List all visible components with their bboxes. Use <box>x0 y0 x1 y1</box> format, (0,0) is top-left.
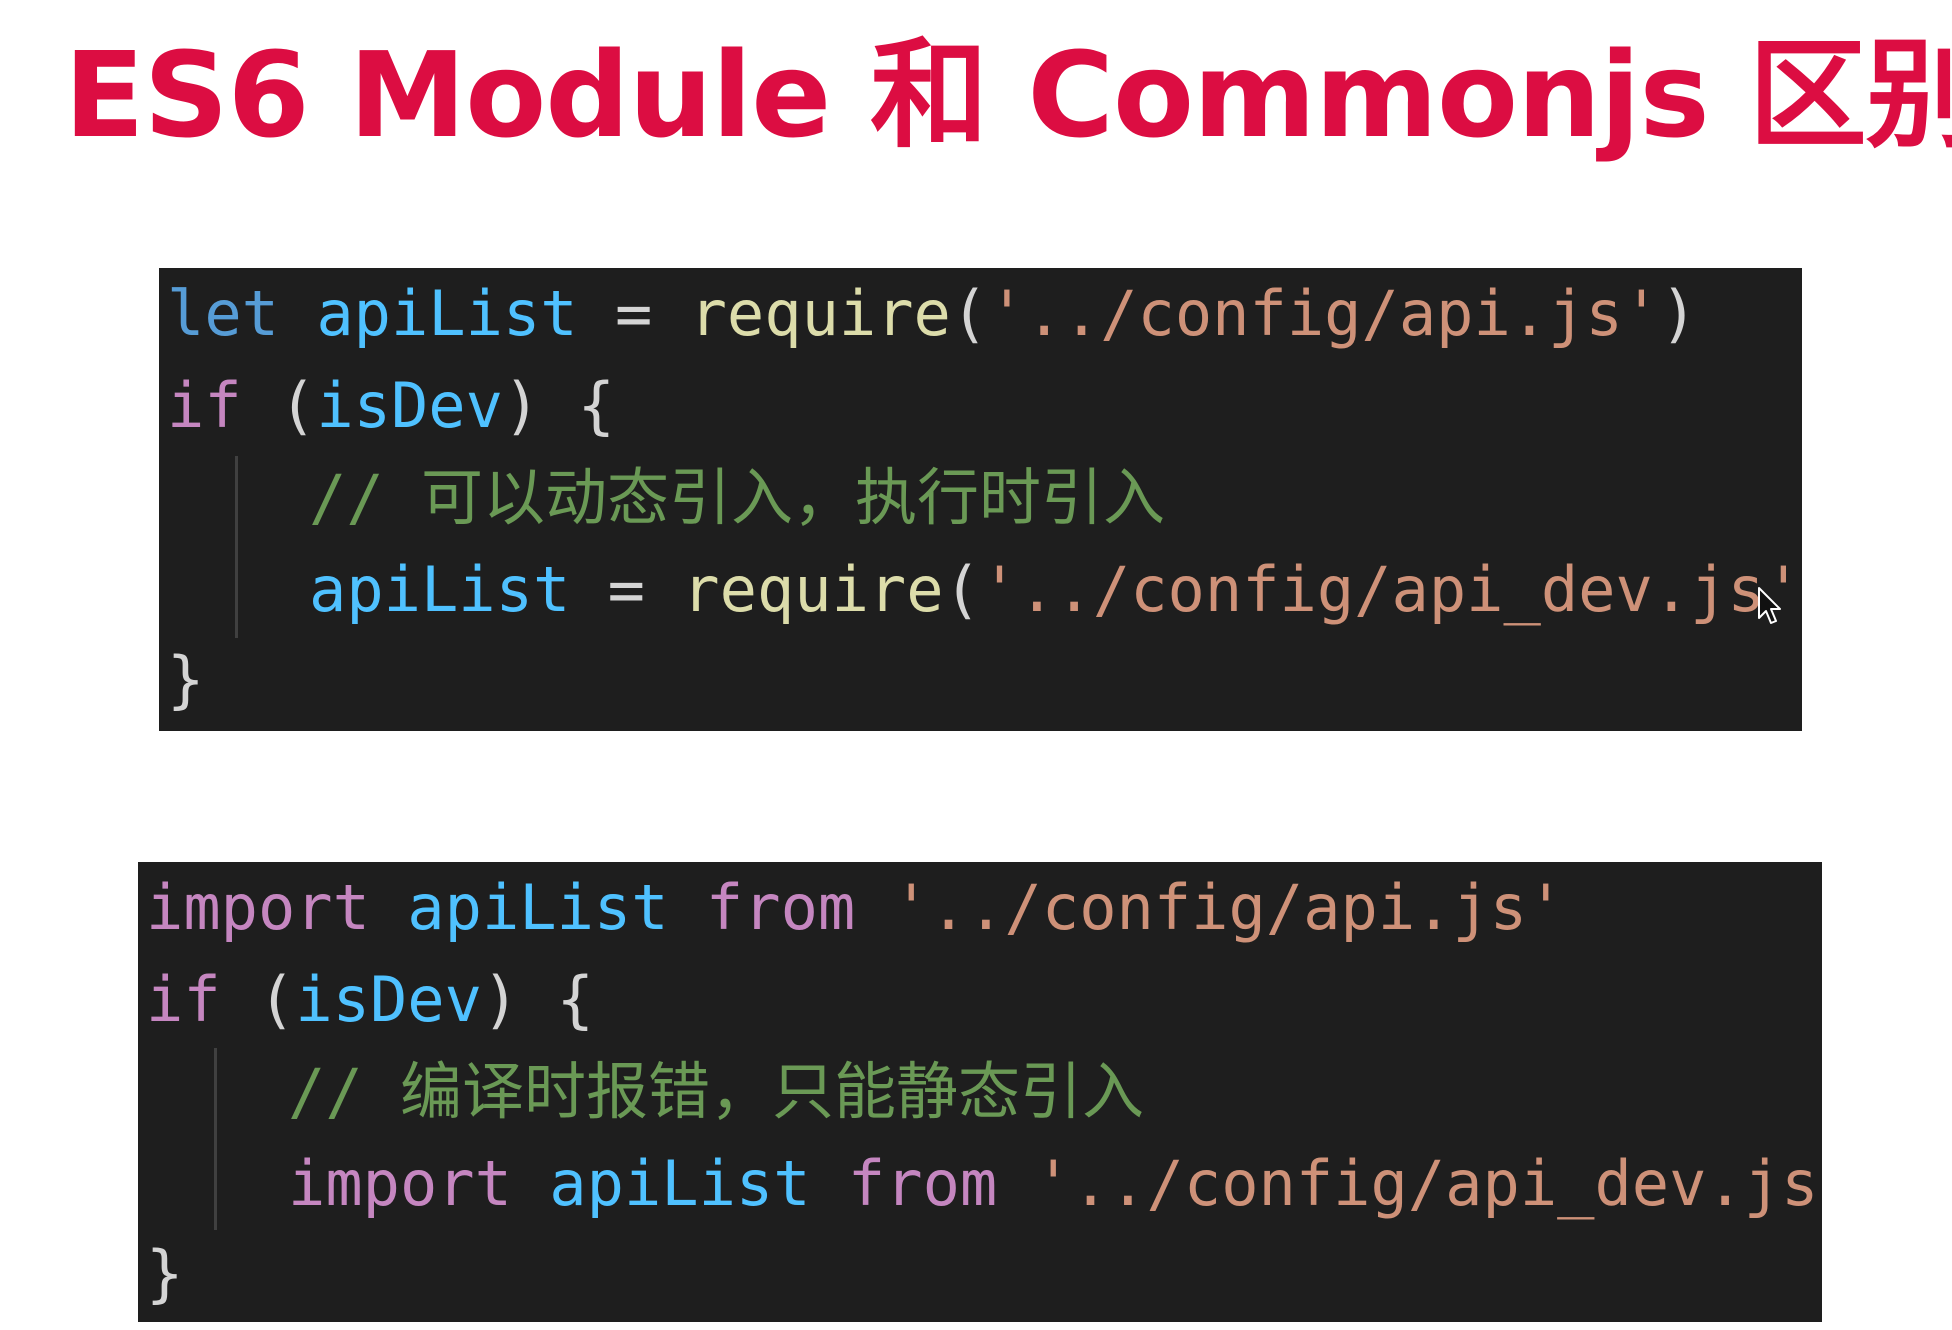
open-brace: { <box>577 369 615 442</box>
function-require: require <box>689 277 951 350</box>
es-module-code-block: import apiList from '../config/api.js' i… <box>138 862 1822 1322</box>
code-line-1: import apiList from '../config/api.js' <box>146 862 1564 954</box>
module-path-string: '../config/api.js' <box>892 871 1565 944</box>
operator-assign: = <box>614 277 653 350</box>
code-line-4: apiList = require('../config/api_dev.js'… <box>167 544 1802 636</box>
mouse-pointer-icon <box>1758 587 1781 624</box>
code-line-4: import apiList from '../config/api_dev.j… <box>146 1138 1822 1230</box>
code-comment: // 可以动态引入，执行时引入 <box>309 461 1165 534</box>
code-comment: // 编译时报错，只能静态引入 <box>288 1055 1144 1128</box>
module-path-string: '../config/api_dev.js' <box>1034 1147 1822 1220</box>
close-brace: } <box>146 1237 184 1310</box>
commonjs-code-block: let apiList = require('../config/api.js'… <box>159 268 1802 731</box>
code-line-3: // 可以动态引入，执行时引入 <box>167 452 1165 544</box>
close-paren: ) <box>502 369 541 442</box>
code-line-2: if (isDev) { <box>146 954 594 1046</box>
keyword-if: if <box>167 369 242 442</box>
variable-isdev: isDev <box>295 963 482 1036</box>
module-path-string: '../config/api_dev.js' <box>980 553 1802 626</box>
close-brace: } <box>167 643 205 716</box>
code-line-3: // 编译时报错，只能静态引入 <box>146 1046 1144 1138</box>
variable-apilist: apiList <box>309 553 571 626</box>
keyword-import: import <box>288 1147 512 1220</box>
operator-assign: = <box>607 553 645 626</box>
page-title: ES6 Module 和 Commonjs 区别 <box>64 26 1952 164</box>
keyword-from: from <box>847 1147 998 1220</box>
code-line-5: } <box>146 1228 183 1320</box>
code-line-2: if (isDev) { <box>167 360 615 452</box>
open-paren: ( <box>278 369 317 442</box>
keyword-from: from <box>705 871 856 944</box>
keyword-import: import <box>146 871 370 944</box>
open-paren: ( <box>950 277 989 350</box>
variable-apilist: apiList <box>407 871 669 944</box>
open-paren: ( <box>257 963 296 1036</box>
close-paren: ) <box>481 963 520 1036</box>
keyword-let: let <box>167 277 279 350</box>
variable-apilist: apiList <box>316 277 578 350</box>
variable-isdev: isDev <box>316 369 503 442</box>
variable-apilist: apiList <box>549 1147 811 1220</box>
open-paren: ( <box>943 553 981 626</box>
close-paren: ) <box>1660 277 1698 350</box>
keyword-if: if <box>146 963 221 1036</box>
code-line-5: } <box>167 634 204 726</box>
code-line-1: let apiList = require('../config/api.js'… <box>167 268 1697 360</box>
open-brace: { <box>556 963 594 1036</box>
module-path-string: '../config/api.js' <box>988 277 1661 350</box>
function-require: require <box>682 553 944 626</box>
